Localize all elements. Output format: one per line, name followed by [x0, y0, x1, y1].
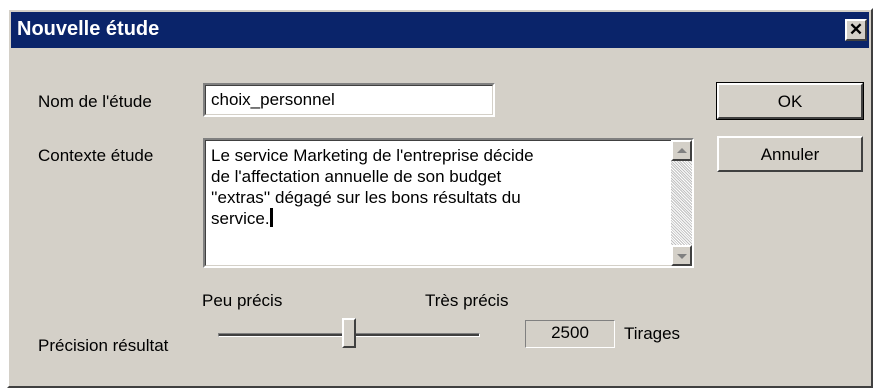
title-bar[interactable]: Nouvelle étude ✕	[11, 12, 869, 48]
ok-button-label: OK	[777, 92, 803, 111]
cancel-button[interactable]: Annuler	[717, 136, 863, 172]
scroll-up-button[interactable]	[671, 140, 692, 161]
context-scrollbar[interactable]	[671, 140, 692, 266]
study-name-value: choix_personnel	[211, 90, 335, 109]
draws-count-display: 2500	[525, 320, 615, 348]
cancel-button-label: Annuler	[760, 145, 820, 164]
study-name-label: Nom de l'étude	[38, 92, 152, 111]
precision-slider-thumb[interactable]	[342, 318, 356, 348]
close-button[interactable]: ✕	[845, 19, 867, 41]
context-text: Le service Marketing de l'entreprise déc…	[211, 146, 534, 228]
scroll-track[interactable]	[671, 161, 692, 245]
close-icon: ✕	[848, 20, 864, 39]
slider-max-label: Très précis	[425, 291, 509, 310]
scroll-down-button[interactable]	[671, 245, 692, 266]
window-title: Nouvelle étude	[17, 18, 160, 40]
slider-min-label: Peu précis	[202, 291, 283, 310]
text-caret	[269, 208, 273, 227]
ok-button[interactable]: OK	[716, 82, 864, 120]
precision-label: Précision résultat	[38, 336, 169, 355]
study-name-field[interactable]: choix_personnel	[203, 83, 495, 117]
context-textarea[interactable]: Le service Marketing de l'entreprise déc…	[203, 138, 694, 268]
draws-count-value: 2500	[551, 323, 589, 342]
draws-unit-label: Tirages	[624, 324, 681, 343]
scroll-down-icon	[677, 254, 687, 259]
scroll-up-icon	[677, 148, 687, 153]
context-label: Contexte étude	[38, 146, 154, 165]
